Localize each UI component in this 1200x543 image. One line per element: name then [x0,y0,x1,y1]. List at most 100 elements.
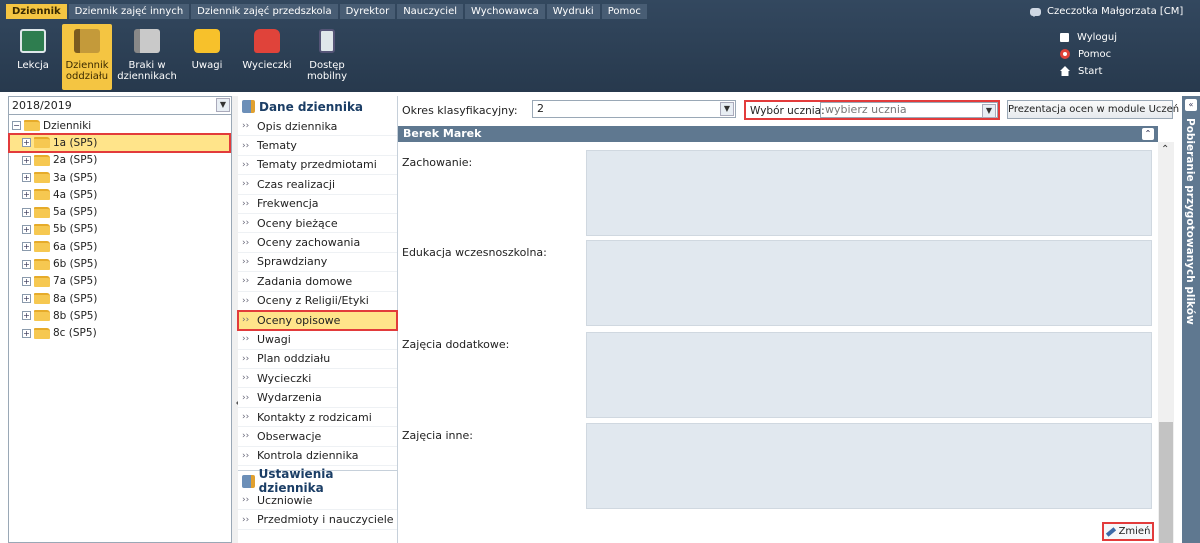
downloads-side-panel[interactable]: « Pobieranie przygotowanych plików [1182,96,1200,543]
tab-dyrektor[interactable]: Dyrektor [339,4,396,19]
tree-item-6a[interactable]: + 6a (SP5) [12,238,230,255]
expand-icon[interactable]: + [22,294,31,304]
tree-item-label: 5a (SP5) [53,206,98,219]
tab-pomoc[interactable]: Pomoc [601,4,647,19]
top-bar: Dziennik Dziennik zajęć innych Dziennik … [0,0,1200,92]
collapse-icon[interactable]: − [12,121,21,131]
lifebuoy-icon [1060,49,1070,59]
tab-dziennik-zajec-przedszkola[interactable]: Dziennik zajęć przedszkola [191,4,338,19]
expand-left-icon[interactable]: « [1185,99,1197,111]
chevron-right-icon: ›› [242,179,250,190]
tree-item-8b[interactable]: + 8b (SP5) [12,307,230,324]
menu-item-label: Oceny z Religii/Etyki [257,294,369,308]
scroll-thumb[interactable] [1159,422,1173,543]
menu-item-oceny-biezace[interactable]: ›› Oceny bieżące [238,214,397,234]
expand-icon[interactable]: + [22,276,31,286]
braki-button[interactable]: Braki w dziennikach [116,24,178,90]
folder-icon [34,223,50,235]
presentation-button[interactable]: Prezentacja ocen w module Uczeń [1007,100,1179,119]
tab-wychowawca[interactable]: Wychowawca [465,4,545,19]
menu-item-tematy[interactable]: ›› Tematy [238,136,397,156]
menu-item-wydarzenia[interactable]: ›› Wydarzenia [238,388,397,408]
tree-item-4a[interactable]: + 4a (SP5) [12,186,230,203]
expand-icon[interactable]: + [22,207,31,217]
missing-journal-icon [134,29,160,53]
okres-select[interactable]: 2 ▼ [532,100,736,118]
menu-item-label: Sprawdziany [257,255,328,269]
pencil-icon [1105,526,1116,537]
start-link[interactable]: Start [1060,64,1117,78]
tree-item-7a[interactable]: + 7a (SP5) [12,273,230,290]
chevron-down-icon[interactable]: ▼ [982,104,996,118]
tab-nauczyciel[interactable]: Nauczyciel [397,4,464,19]
expand-icon[interactable]: + [22,328,31,338]
braki-label: Braki w dziennikach [117,60,177,82]
menu-item-sprawdziany[interactable]: ›› Sprawdziany [238,253,397,273]
menu-item-oceny-zachowania[interactable]: ›› Oceny zachowania [238,233,397,253]
menu-item-label: Uczniowie [257,493,313,507]
collapse-up-icon[interactable]: ⌃ [1142,128,1154,140]
menu-item-kontrola[interactable]: ›› Kontrola dziennika [238,447,397,467]
folder-icon [34,293,50,305]
menu-item-kontakty[interactable]: ›› Kontakty z rodzicami [238,408,397,428]
change-button[interactable]: Zmień [1102,522,1154,541]
tree-item-3a[interactable]: + 3a (SP5) [12,169,230,186]
tab-dziennik-zajec-innych[interactable]: Dziennik zajęć innych [68,4,190,19]
dziennik-oddzialu-button[interactable]: Dziennik oddziału [62,24,112,90]
menu-item-oceny-z-religii[interactable]: ›› Oceny z Religii/Etyki [238,292,397,311]
logout-label: Wyloguj [1077,31,1117,43]
tree-item-8a[interactable]: + 8a (SP5) [12,290,230,307]
menu-item-label: Opis dziennika [257,119,338,133]
tree-item-1a[interactable]: + 1a (SP5) [8,133,231,153]
menu-item-frekwencja[interactable]: ›› Frekwencja [238,195,397,214]
menu-item-opis-dziennika[interactable]: ›› Opis dziennika [238,117,397,137]
section-zajecia-inne: Zajęcia inne: [398,421,1158,509]
menu-item-obserwacje[interactable]: ›› Obserwacje [238,427,397,447]
menu-item-uwagi[interactable]: ›› Uwagi [238,330,397,350]
tree-item-8c[interactable]: + 8c (SP5) [12,325,230,342]
tab-wydruki[interactable]: Wydruki [546,4,600,19]
expand-icon[interactable]: + [22,155,31,165]
tab-dziennik[interactable]: Dziennik [6,4,67,19]
chat-icon[interactable] [1030,7,1041,17]
help-link[interactable]: Pomoc [1060,47,1117,61]
expand-icon[interactable]: + [22,311,31,321]
student-select[interactable]: wybierz ucznia ▼ [820,102,998,118]
dostep-mobilny-button[interactable]: Dostęp mobilny [302,24,352,90]
tree-item-6b[interactable]: + 6b (SP5) [12,255,230,272]
chevron-down-icon[interactable]: ▼ [720,102,734,116]
menu-item-plan-oddzialu[interactable]: ›› Plan oddziału [238,350,397,370]
logout-link[interactable]: Wyloguj [1060,30,1117,44]
expand-icon[interactable]: + [22,190,31,200]
uwagi-button[interactable]: Uwagi [182,24,232,90]
expand-icon[interactable]: + [22,173,31,183]
side-panel-title: Pobieranie przygotowanych plików [1184,118,1196,325]
menu-item-oceny-opisowe[interactable]: ›› Oceny opisowe [237,309,398,332]
lekcja-button[interactable]: Lekcja [8,24,58,90]
wycieczki-button[interactable]: Wycieczki [236,24,298,90]
tree-item-label: 6b (SP5) [53,258,98,271]
menu-item-przedmioty[interactable]: ›› Przedmioty i nauczyciele [238,510,397,530]
folder-icon [34,137,50,149]
menu-item-czas-realizacji[interactable]: ›› Czas realizacji [238,175,397,195]
menu-item-wycieczki[interactable]: ›› Wycieczki [238,369,397,389]
vertical-scrollbar[interactable]: ⌃ [1158,142,1174,543]
expand-icon[interactable]: + [22,242,31,252]
menu-item-label: Tematy przedmiotami [257,158,377,172]
menu-item-zadania-domowe[interactable]: ›› Zadania domowe [238,272,397,292]
expand-icon[interactable]: + [22,138,31,148]
tree-item-2a[interactable]: + 2a (SP5) [12,152,230,169]
tree-item-5a[interactable]: + 5a (SP5) [12,203,230,220]
tree-root[interactable]: − Dzienniki [12,117,230,134]
student-header: Berek Marek ⌃ [398,126,1158,142]
expand-icon[interactable]: + [22,259,31,269]
chevron-down-icon[interactable]: ▼ [216,98,230,112]
tree-item-5b[interactable]: + 5b (SP5) [12,221,230,238]
scroll-up-icon[interactable]: ⌃ [1161,144,1169,155]
year-select[interactable]: 2018/2019 ▼ [9,97,231,115]
menu-item-tematy-przedmiotami[interactable]: ›› Tematy przedmiotami [238,156,397,176]
section-text-area [586,150,1152,236]
student-select-placeholder: wybierz ucznia [825,103,907,116]
account-links: Wyloguj Pomoc Start [1060,30,1117,78]
expand-icon[interactable]: + [22,224,31,234]
